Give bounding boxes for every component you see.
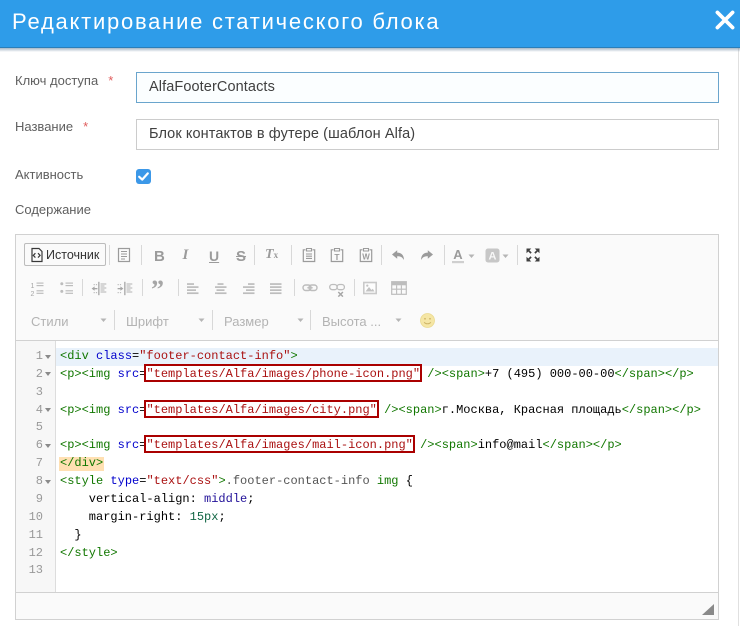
svg-text:1: 1 [31, 283, 35, 290]
svg-text:T: T [334, 252, 340, 262]
svg-text:A: A [489, 251, 497, 263]
svg-text:W: W [362, 253, 370, 262]
svg-text:A: A [453, 248, 463, 262]
svg-text:2: 2 [31, 291, 35, 297]
